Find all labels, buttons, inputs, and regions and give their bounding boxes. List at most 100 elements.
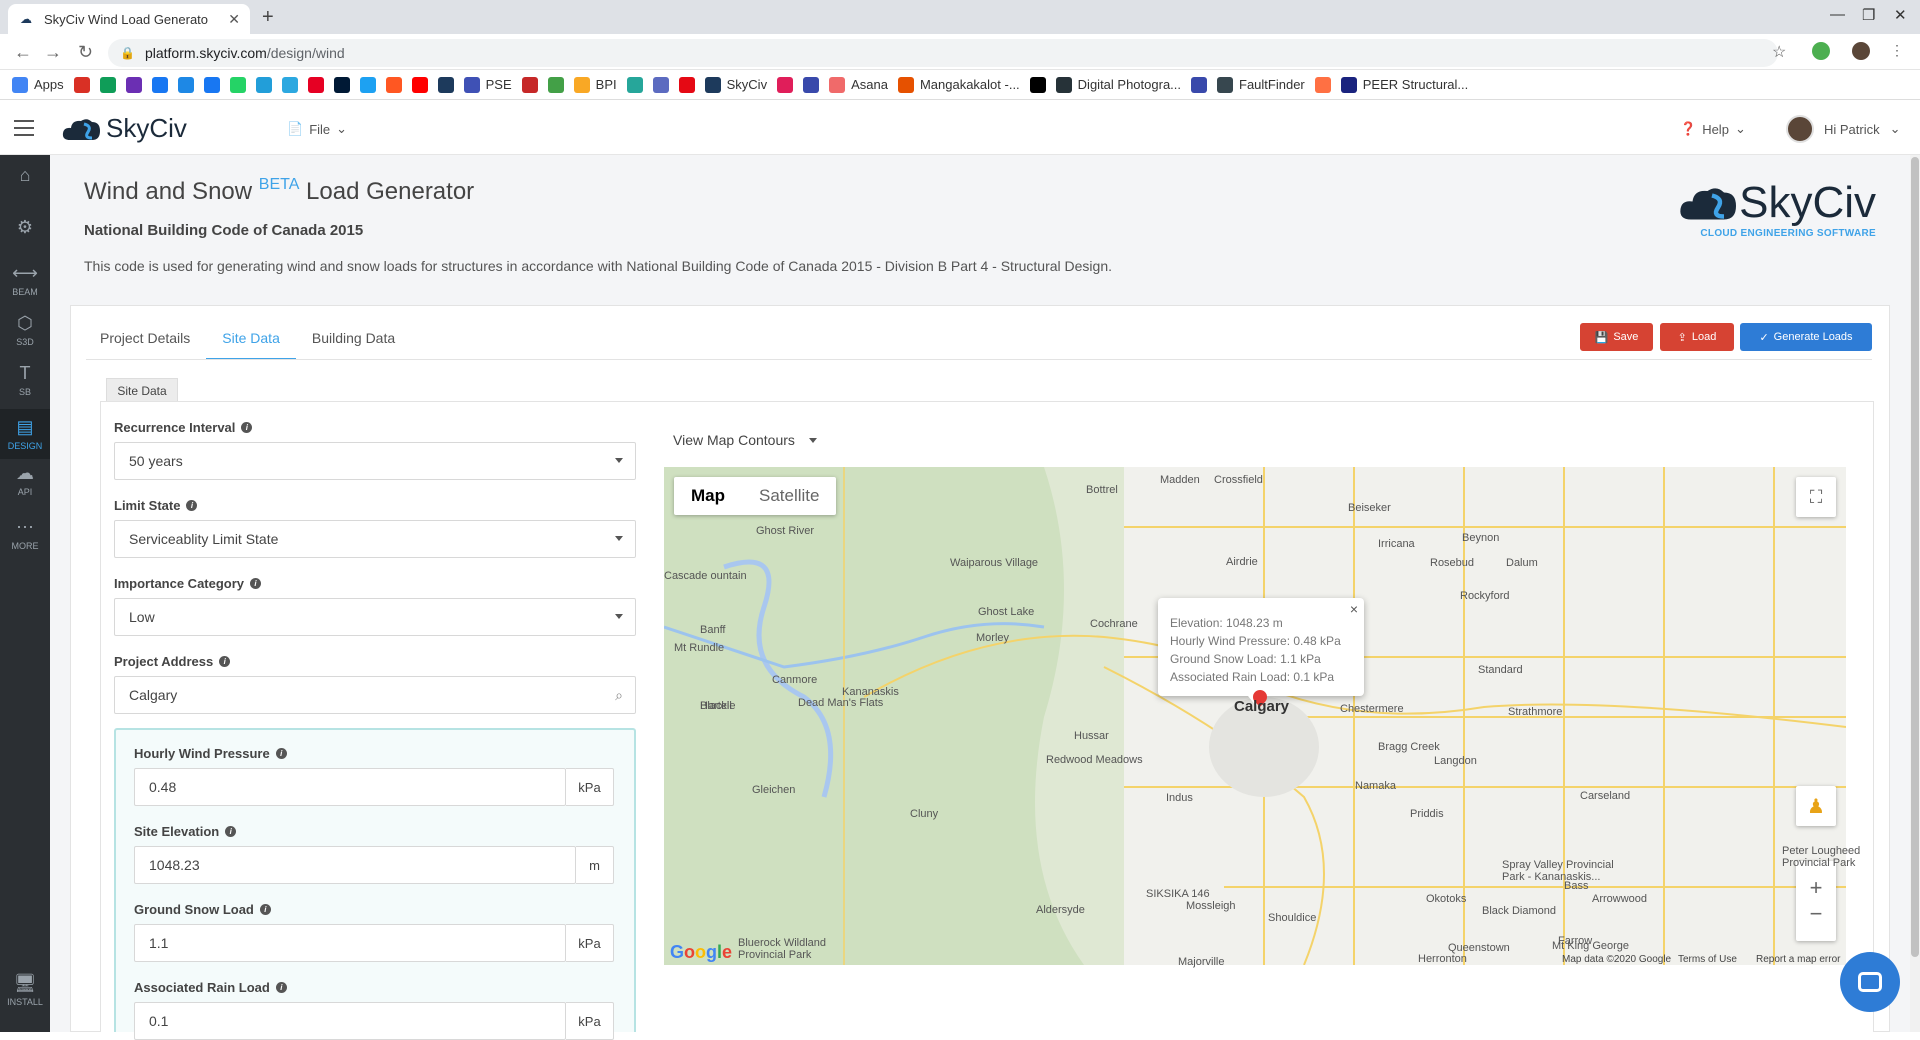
generate-loads-button[interactable]: ✓ Generate Loads (1740, 323, 1872, 351)
sidebar-item-beam[interactable]: ⟷ BEAM (0, 263, 50, 307)
close-window-icon[interactable]: ✕ (1894, 6, 1907, 24)
page-scrollbar[interactable] (1910, 155, 1920, 1032)
tab-building-data[interactable]: Building Data (312, 320, 395, 360)
info-icon[interactable]: i (225, 826, 237, 837)
forward-icon[interactable]: → (44, 42, 62, 63)
bookmark-item[interactable] (333, 76, 350, 93)
bookmark-item[interactable] (1314, 76, 1331, 93)
wind-pressure-input[interactable]: 0.48 (134, 768, 566, 806)
app-logo[interactable]: SkyCiv (62, 113, 187, 144)
limit-state-select[interactable]: Serviceablity Limit State (114, 520, 636, 558)
bookmark-item[interactable] (437, 76, 454, 93)
close-icon[interactable]: × (1350, 600, 1358, 618)
load-button[interactable]: ⇪ Load (1660, 323, 1734, 351)
bookmark-item[interactable] (307, 76, 324, 93)
bookmark-item[interactable] (359, 76, 376, 93)
rain-load-input[interactable]: 0.1 (134, 1002, 566, 1040)
reload-icon[interactable]: ↻ (78, 42, 93, 63)
sidebar-item-install[interactable]: 🖥 INSTALL (0, 973, 50, 1017)
bookmark-item[interactable] (151, 76, 168, 93)
bookmark-item[interactable]: Digital Photogra... (1055, 76, 1181, 93)
sidebar-item-more[interactable]: ⋯ MORE (0, 517, 50, 557)
bookmark-item[interactable] (678, 76, 695, 93)
sidebar-item-settings[interactable]: ⚙ (0, 217, 50, 253)
bookmark-item[interactable] (125, 76, 142, 93)
bookmark-item[interactable]: PEER Structural... (1340, 76, 1468, 93)
map-terms-link[interactable]: Terms of Use (1678, 954, 1737, 965)
sidebar-item-design[interactable]: ▤ DESIGN (0, 409, 50, 459)
save-button[interactable]: 💾 Save (1580, 323, 1653, 351)
scrollbar-thumb[interactable] (1911, 157, 1919, 957)
profile-icon[interactable] (1852, 42, 1870, 60)
browser-menu-icon[interactable]: ⋮ (1890, 42, 1904, 59)
close-tab-icon[interactable]: ✕ (228, 11, 240, 28)
hamburger-menu-icon[interactable] (14, 120, 34, 136)
sidebar-item-sb[interactable]: T SB (0, 363, 50, 407)
sidebar-item-s3d[interactable]: ⬡ S3D (0, 313, 50, 357)
bookmark-item[interactable] (652, 76, 669, 93)
info-icon[interactable]: i (275, 748, 287, 759)
bookmark-item[interactable]: BPI (573, 76, 617, 93)
bookmark-item[interactable] (281, 76, 298, 93)
ground-snow-input[interactable]: 1.1 (134, 924, 566, 962)
google-map[interactable] (664, 467, 1846, 965)
minimize-icon[interactable]: — (1830, 6, 1845, 23)
street-view-pegman-icon[interactable]: ♟ (1796, 786, 1836, 826)
bookmark-item[interactable]: SkyCiv (704, 76, 767, 93)
info-icon[interactable]: i (250, 578, 262, 589)
bookmark-item[interactable]: Asana (829, 76, 888, 93)
bookmark-item[interactable] (177, 76, 194, 93)
chat-widget-button[interactable] (1840, 952, 1900, 1012)
help-menu[interactable]: ❓ Help ⌄ (1680, 121, 1746, 137)
user-menu[interactable]: Hi Patrick ⌄ (1786, 115, 1901, 143)
bookmark-item[interactable] (521, 76, 538, 93)
back-icon[interactable]: ← (14, 42, 32, 63)
map-type-satellite-button[interactable]: Satellite (742, 477, 836, 515)
file-menu[interactable]: 📄 File ⌄ (287, 121, 347, 137)
site-elevation-input[interactable]: 1048.23 (134, 846, 576, 884)
restore-icon[interactable]: ❐ (1862, 6, 1875, 24)
fullscreen-icon[interactable]: ⛶ (1796, 477, 1836, 517)
zoom-out-icon[interactable]: − (1810, 901, 1823, 927)
url-input[interactable]: 🔒 platform.skyciv.com/design/wind (108, 39, 1778, 67)
info-icon[interactable]: i (259, 904, 271, 915)
address-input[interactable]: Calgary ⌕ (114, 676, 636, 714)
importance-select[interactable]: Low (114, 598, 636, 636)
bookmark-item[interactable] (73, 76, 90, 93)
bookmark-star-icon[interactable]: ☆ (1772, 42, 1786, 62)
browser-tab[interactable]: ☁ SkyCiv Wind Load Generato ✕ (8, 4, 250, 34)
recurrence-select[interactable]: 50 years (114, 442, 636, 480)
bookmark-item[interactable] (255, 76, 272, 93)
bookmark-item[interactable] (803, 76, 820, 93)
info-icon[interactable]: i (186, 500, 198, 511)
bookmark-item[interactable]: Mangakakalot -... (897, 76, 1020, 93)
sidebar-item-api[interactable]: ☁ API (0, 463, 50, 507)
info-icon[interactable]: i (241, 422, 253, 433)
zoom-in-icon[interactable]: + (1810, 875, 1823, 901)
report-map-error-link[interactable]: Report a map error (1756, 954, 1840, 965)
bookmark-item[interactable] (99, 76, 116, 93)
bookmark-item[interactable] (411, 76, 428, 93)
info-icon[interactable]: i (219, 656, 231, 667)
tab-project-details[interactable]: Project Details (100, 320, 190, 360)
bookmark-item[interactable] (385, 76, 402, 93)
bookmark-item[interactable] (777, 76, 794, 93)
new-tab-icon[interactable]: + (262, 6, 274, 29)
sidebar-item-home[interactable]: ⌂ (0, 165, 50, 201)
info-icon[interactable]: i (275, 982, 287, 993)
bookmark-item[interactable] (547, 76, 564, 93)
bookmark-item[interactable]: FaultFinder (1217, 76, 1305, 93)
extension-icon[interactable] (1812, 42, 1830, 60)
search-icon[interactable]: ⌕ (615, 687, 623, 704)
bookmark-item[interactable] (626, 76, 643, 93)
map-contours-dropdown[interactable]: View Map Contours (673, 432, 817, 448)
generate-label: Generate Loads (1773, 331, 1853, 343)
bookmark-item[interactable]: Apps (12, 76, 64, 93)
bookmark-item[interactable] (1029, 76, 1046, 93)
bookmark-item[interactable] (203, 76, 220, 93)
bookmark-item[interactable] (229, 76, 246, 93)
map-type-map-button[interactable]: Map (674, 477, 742, 515)
bookmark-item[interactable] (1191, 76, 1208, 93)
tab-site-data[interactable]: Site Data (206, 320, 296, 360)
bookmark-item[interactable]: PSE (463, 76, 512, 93)
